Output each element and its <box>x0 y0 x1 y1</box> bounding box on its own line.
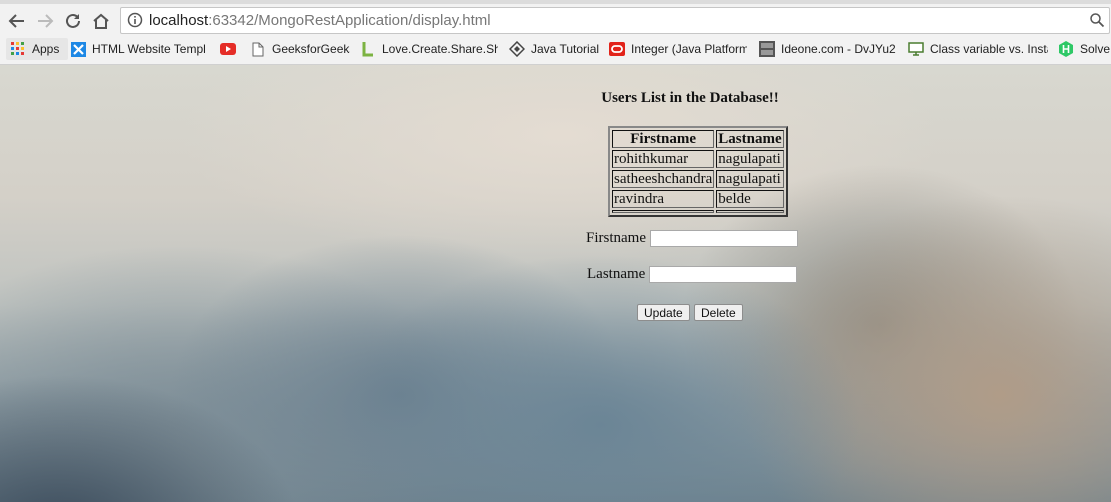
diamond-icon <box>509 41 525 57</box>
cell-firstname: satheeshchandra <box>612 170 715 188</box>
search-icon[interactable] <box>1089 12 1105 33</box>
browser-chrome: localhost:63342/MongoRestApplication/dis… <box>0 0 1111 65</box>
page-content: Users List in the Database!! Firstname L… <box>0 65 1111 502</box>
bookmarks-bar: Apps HTML Website Templ GeeksforGeeks Lo… <box>0 38 1111 62</box>
bookmark-label: Java Tutorial <box>531 42 600 56</box>
bookmark-html-templates[interactable]: HTML Website Templ <box>70 38 208 60</box>
bookmark-hackerrank[interactable]: Solve <box>1058 38 1111 60</box>
address-bar[interactable]: localhost:63342/MongoRestApplication/dis… <box>120 7 1110 34</box>
reload-button[interactable] <box>62 10 84 32</box>
info-icon[interactable] <box>127 12 143 33</box>
cell-lastname: nagulapati <box>716 170 784 188</box>
bookmark-label: HTML Website Templ <box>92 42 206 56</box>
tab-strip <box>0 0 1111 4</box>
back-button[interactable] <box>6 10 28 32</box>
url-path: :63342/MongoRestApplication/display.html <box>208 12 491 29</box>
forward-button[interactable] <box>34 10 56 32</box>
firstname-input[interactable] <box>650 230 798 247</box>
column-header-lastname: Lastname <box>716 130 784 148</box>
table-header-row: Firstname Lastname <box>612 130 784 148</box>
page-title: Users List in the Database!! <box>601 90 779 106</box>
table-empty-row <box>612 210 784 213</box>
bookmark-apps[interactable]: Apps <box>6 38 68 60</box>
bookmark-label: GeeksforGeeks <box>272 42 350 56</box>
table-row: ravindra belde <box>612 190 784 208</box>
bookmark-java-tutorial[interactable]: Java Tutorial <box>509 38 601 60</box>
column-header-firstname: Firstname <box>612 130 715 148</box>
back-arrow-icon <box>8 14 24 28</box>
bookmark-label: Integer (Java Platform <box>631 42 747 56</box>
lastname-input[interactable] <box>649 266 798 283</box>
lastname-label: Lastname <box>587 266 646 282</box>
empty-cell <box>716 210 784 213</box>
empty-cell <box>612 210 715 213</box>
bookmark-ideone[interactable]: Ideone.com - DvJYu2 <box>759 38 899 60</box>
firstname-row: Firstname <box>586 230 798 247</box>
cell-lastname: belde <box>716 190 784 208</box>
bookmark-label: Apps <box>32 42 60 56</box>
bookmark-label: Solve <box>1080 42 1111 56</box>
bookmark-class-variable[interactable]: Class variable vs. Insta <box>908 38 1048 60</box>
users-table: Firstname Lastname rohithkumar nagulapat… <box>608 126 788 217</box>
apps-grid-icon <box>10 41 26 57</box>
table-row: satheeshchandra nagulapati <box>612 170 784 188</box>
delete-button[interactable]: Delete <box>694 304 743 321</box>
table-row: rohithkumar nagulapati <box>612 150 784 168</box>
hackerrank-icon <box>1058 41 1074 57</box>
page-icon <box>250 41 266 57</box>
bookmark-youtube[interactable] <box>220 38 238 60</box>
home-icon <box>93 13 109 29</box>
home-button[interactable] <box>90 10 112 32</box>
reload-icon <box>66 13 80 28</box>
bookmark-geeksforgeeks[interactable]: GeeksforGeeks <box>250 38 350 60</box>
ideone-icon <box>759 41 775 57</box>
url-host: localhost <box>149 12 209 29</box>
cell-firstname: rohithkumar <box>612 150 715 168</box>
html-template-icon <box>70 41 86 57</box>
bookmark-integer-java[interactable]: Integer (Java Platform <box>609 38 747 60</box>
desktop-icon <box>908 41 924 57</box>
firstname-label: Firstname <box>586 230 646 246</box>
youtube-icon <box>220 41 236 57</box>
cell-lastname: nagulapati <box>716 150 784 168</box>
oracle-icon <box>609 41 625 57</box>
forward-arrow-icon <box>38 14 54 28</box>
update-button[interactable]: Update <box>637 304 690 321</box>
l-logo-icon <box>360 41 376 57</box>
lastname-row: Lastname <box>587 266 798 283</box>
url-text: localhost:63342/MongoRestApplication/dis… <box>149 12 491 29</box>
bookmark-label: Class variable vs. Insta <box>930 42 1048 56</box>
cell-firstname: ravindra <box>612 190 715 208</box>
bookmark-love-create-share[interactable]: Love.Create.Share.Sho <box>360 38 498 60</box>
bookmark-label: Love.Create.Share.Sho <box>382 42 498 56</box>
bookmark-label: Ideone.com - DvJYu2 <box>781 42 896 56</box>
